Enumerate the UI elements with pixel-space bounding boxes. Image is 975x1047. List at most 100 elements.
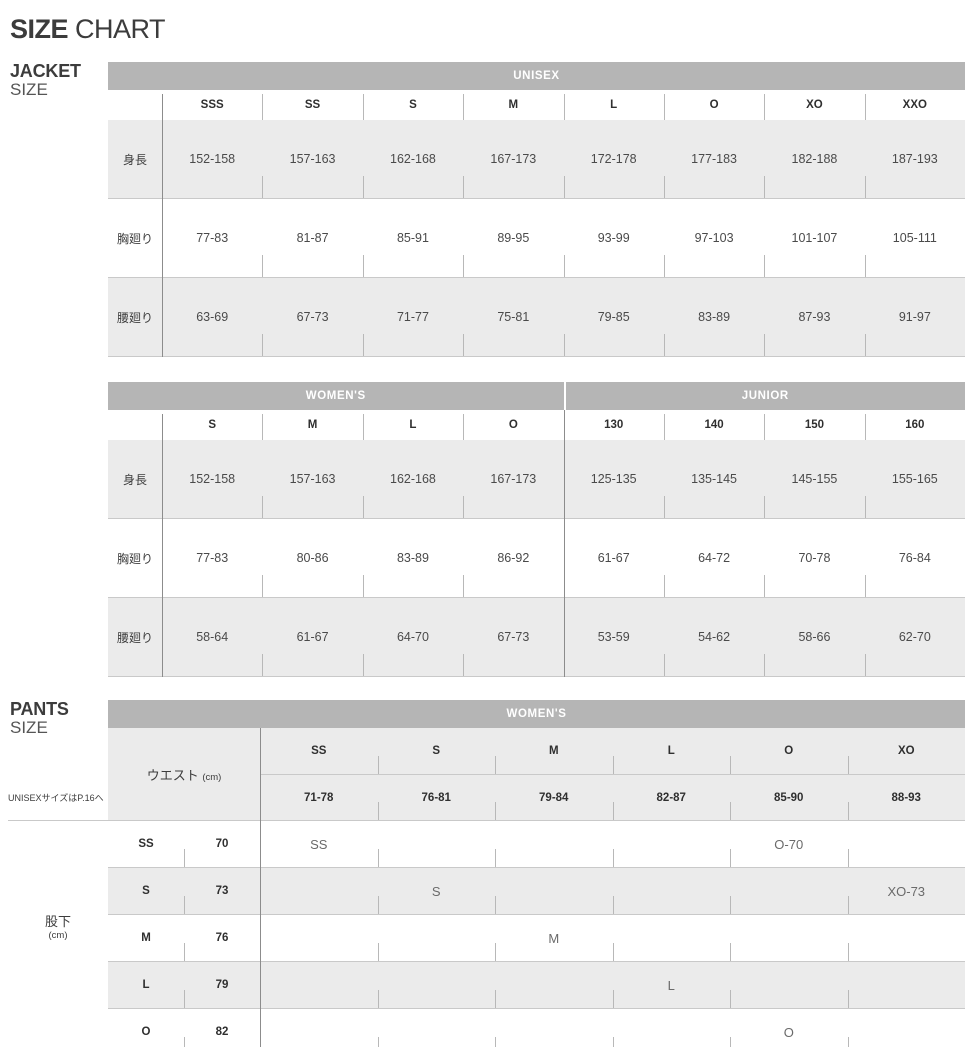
gutter-rule-top [8,820,108,821]
pants-fit-cell: M [548,930,560,946]
table-row: 腰廻り 63-69 67-73 71-77 75-81 79-85 83-89 87-93 91… [108,278,965,356]
pants-table-row: M 76 M [108,915,965,961]
row-label: 腰廻り [116,630,153,645]
table-cell: 83-89 [396,551,429,565]
column-tick [612,1037,614,1047]
table-cell: 162-168 [390,152,436,166]
table-cell: 135-145 [691,472,737,486]
column-tick [730,849,731,867]
column-header: L [409,419,417,431]
size-chart-page: SIZE CHART JACKET SIZE UNISEX SSS SS S M L O X… [0,0,975,1047]
column-tick [663,255,665,277]
pants-fit-cell [260,1009,378,1047]
column-tick [764,255,766,277]
column-tick [377,990,379,1008]
row-label: 腰廻り [116,310,153,325]
column-tick [864,176,866,198]
table-cell: 80-86 [296,551,329,565]
column-tick [377,756,379,774]
column-header: 140 [704,419,724,431]
column-tick [463,575,465,597]
pants-inseam-value: 70 [215,838,229,850]
column-tick [663,654,665,676]
pants-fit-cell [848,821,966,867]
pants-fit-cell [378,915,496,961]
column-tick [262,94,264,120]
pants-fit-cell: S [431,883,441,899]
column-tick [184,896,185,914]
column-tick [184,943,185,961]
table-cell: 155-165 [891,472,938,486]
column-tick [864,654,866,676]
table-cell: 67-73 [296,310,329,324]
table-cell: 167-173 [490,152,537,166]
table-cell: 61-67 [296,630,329,644]
column-header: XXO [902,99,927,111]
column-tick [362,94,364,120]
pants-fit-cell [495,962,613,1008]
table-cell: 86-92 [497,551,530,565]
pants-waist-range: 71-78 [304,791,334,804]
column-tick [764,94,766,120]
column-header-row: SSS SS S M L O XO XXO [108,90,965,120]
pants-fit-cell [495,868,613,914]
column-tick [663,334,665,356]
pants-fit-cell [260,868,378,914]
table-cell: 61-67 [597,551,630,565]
column-tick [184,990,185,1008]
pants-fit-cell: SS [310,836,328,852]
pants-inseam-value: 73 [215,885,229,897]
pants-band: WOMEN'S [108,700,965,728]
pants-inseam-size: SS [138,838,154,850]
column-tick [362,414,364,440]
table-cell: 187-193 [891,152,938,166]
column-header: XO [806,99,823,111]
column-header: S [208,419,217,431]
column-tick [377,849,379,867]
corner-cell [108,410,162,440]
table-cell: 162-168 [390,472,436,486]
table-cell: 53-59 [597,630,630,644]
column-tick [495,1037,496,1047]
pants-fit-cell [848,1009,966,1047]
pants-inseam-size: O [141,1026,151,1038]
page-title: SIZE CHART [10,14,166,45]
column-tick [663,94,665,120]
column-tick [184,849,185,867]
table-cell: 167-173 [490,472,537,486]
column-tick [612,849,614,867]
column-tick [495,849,496,867]
pants-fit-cell [378,821,496,867]
table-row: 胸廻り 77-83 80-86 83-89 86-92 61-67 64-72 70-78 76… [108,519,965,597]
table-row: 身長 152-158 157-163 162-168 167-173 125-135 135… [108,440,965,518]
column-tick [612,802,614,820]
table-cell: 152-158 [189,152,236,166]
column-header: 130 [604,419,624,431]
jacket-junior-band: JUNIOR [565,382,965,410]
inseam-label-text: 股下 [44,914,71,929]
jacket-unisex-grid: SSS SS S M L O XO XXO 身長 152-158 157-163 162-168 167… [108,90,965,357]
column-header: 150 [804,419,825,431]
column-header: SS [304,99,321,111]
column-tick [612,990,614,1008]
table-cell: 58-66 [798,630,831,644]
column-header: M [508,99,519,111]
column-tick [262,414,264,440]
column-tick [663,176,665,198]
table-cell: 182-188 [791,152,838,166]
pants-inseam-size: L [142,979,150,991]
column-tick [262,334,264,356]
jacket-womens-junior-table: WOMEN'S JUNIOR S M L O 130 140 150 160 身長 152-158… [108,382,965,677]
column-header: O [508,419,518,431]
table-cell: 172-178 [590,152,637,166]
column-tick [377,802,379,820]
pants-table-row: SS 70 SS O-70 [108,821,965,867]
column-tick [362,334,364,356]
table-cell: 70-78 [798,551,831,565]
column-header: O [709,99,719,111]
section-label-pants-line1: PANTS [10,699,69,719]
pants-fit-cell [613,821,731,867]
column-tick [764,496,766,518]
section-label-jacket-line1: JACKET [10,61,81,81]
jacket-womens-junior-bands: WOMEN'S JUNIOR [108,382,965,410]
